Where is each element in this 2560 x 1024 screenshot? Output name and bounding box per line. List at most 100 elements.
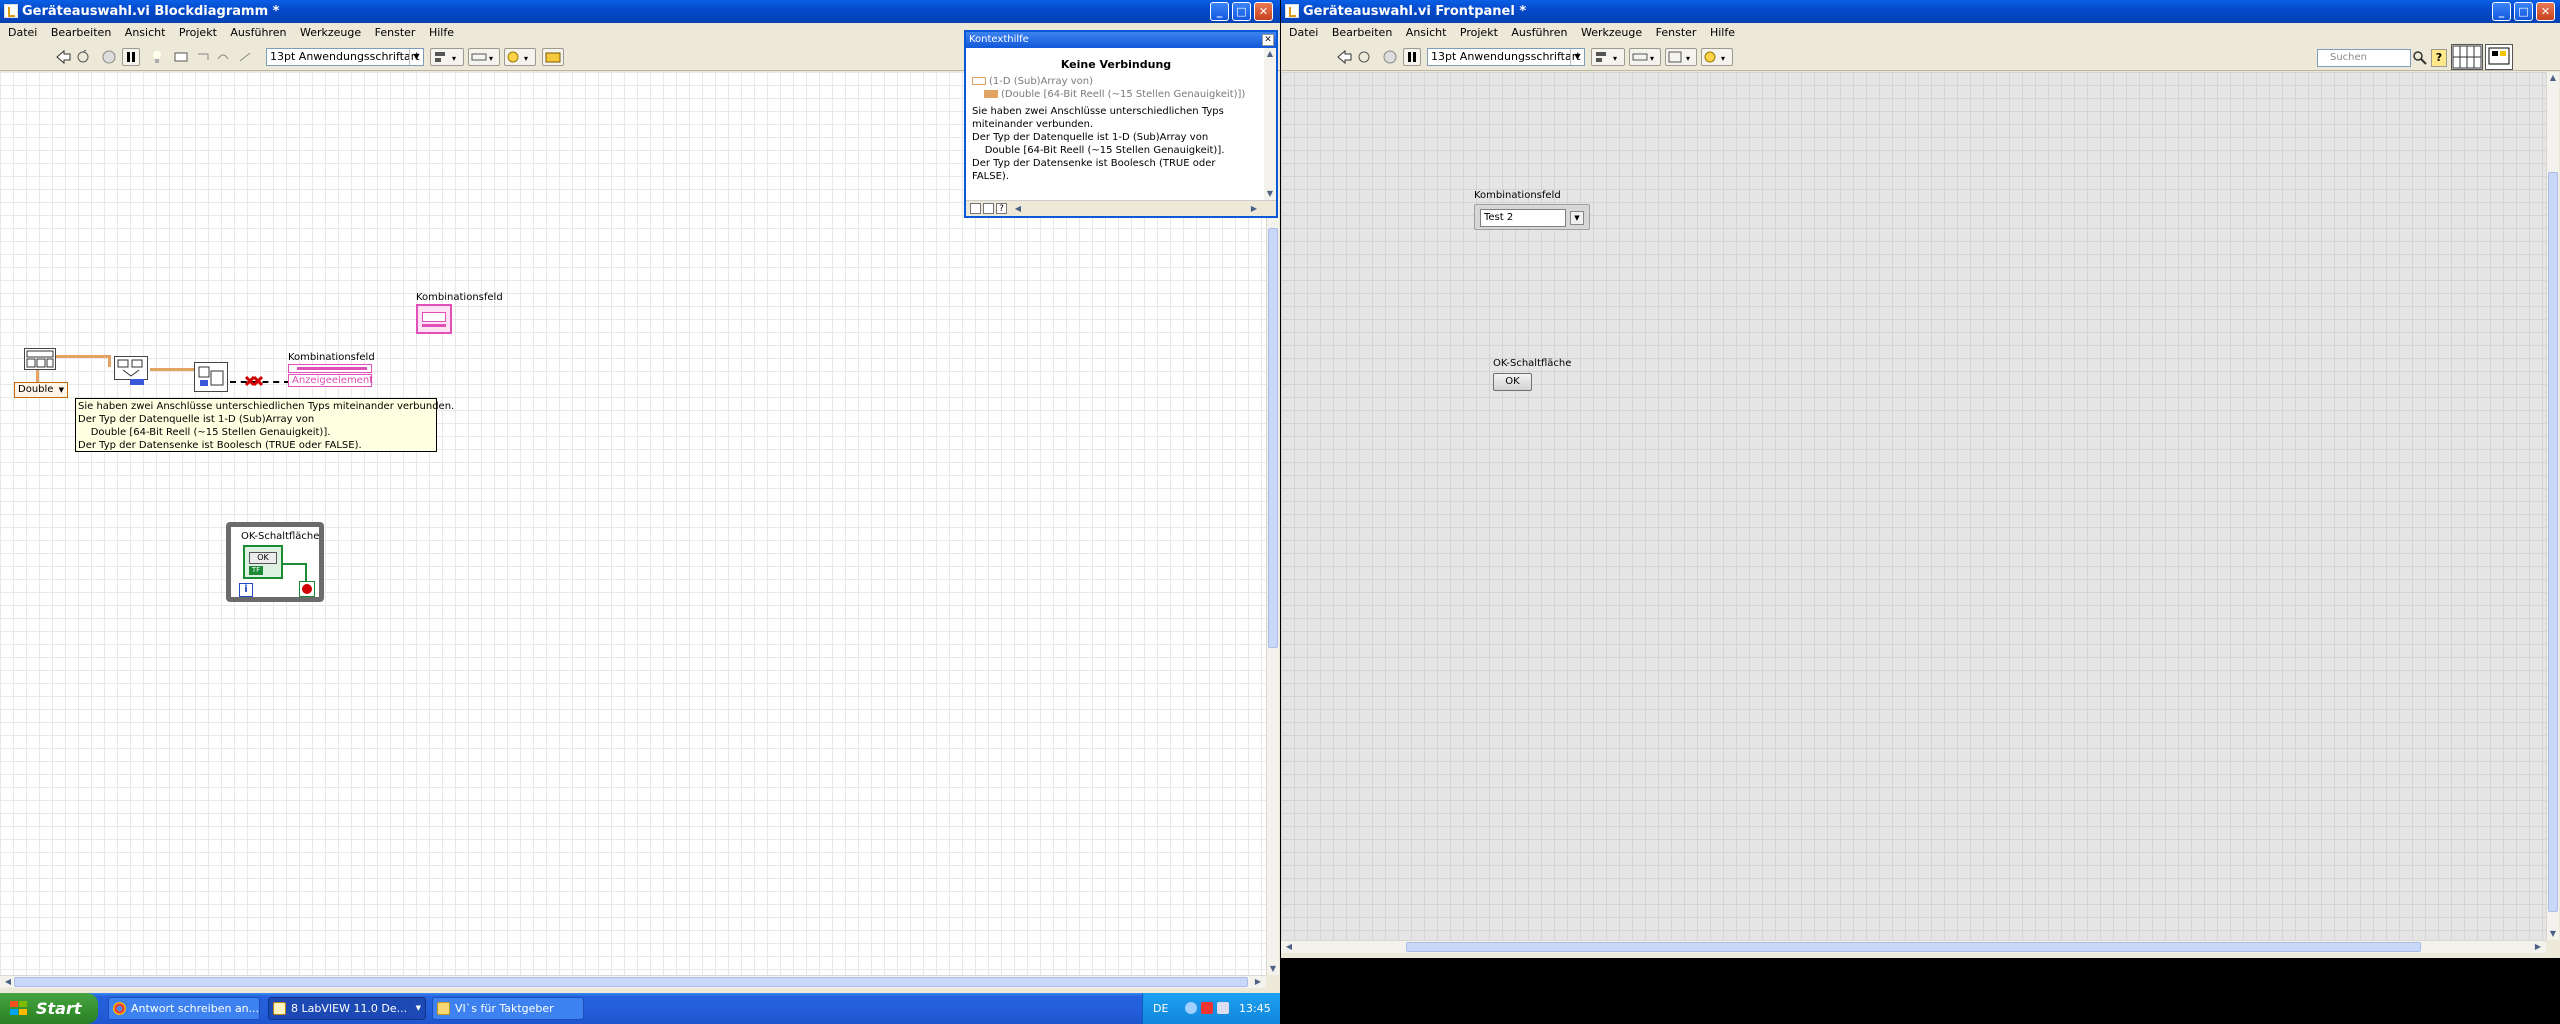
menu-projekt[interactable]: Projekt [1455, 23, 1503, 43]
reorder-icon[interactable]: ▾ [1701, 48, 1733, 66]
double-wire-1[interactable] [56, 355, 110, 358]
bd-font-select[interactable]: 13pt Anwendungsschriftart ▼ [266, 48, 424, 66]
help-button[interactable]: ? [2431, 49, 2447, 67]
menu-datei[interactable]: Datei [0, 23, 42, 43]
array-function-node[interactable] [114, 356, 148, 380]
maximize-button[interactable]: □ [2514, 2, 2533, 21]
ok-button[interactable]: OK [1493, 373, 1532, 391]
numeric-type-selector[interactable]: Double ▼ [14, 382, 68, 398]
scroll-down-icon[interactable]: ▼ [1267, 963, 1279, 975]
combo-box-terminal[interactable] [416, 304, 452, 334]
minimize-button[interactable]: _ [2492, 2, 2511, 21]
menu-hilfe[interactable]: Hilfe [1705, 23, 1740, 43]
step-over-icon[interactable] [214, 48, 232, 66]
reorder-icon[interactable]: ▾ [504, 48, 536, 66]
search-icon[interactable] [2413, 51, 2427, 65]
security-shield-icon[interactable] [1201, 1002, 1213, 1014]
ctx-vscroll[interactable]: ▲ ▼ [1264, 48, 1276, 200]
network-icon[interactable] [1185, 1002, 1197, 1014]
menu-werkzeuge[interactable]: Werkzeuge [1576, 23, 1647, 43]
menu-ansicht[interactable]: Ansicht [120, 23, 171, 43]
bd-vscroll-thumb[interactable] [1268, 228, 1278, 648]
array-constant-node[interactable] [24, 348, 56, 370]
fp-vertical-scrollbar[interactable]: ▲ ▼ [2546, 72, 2559, 940]
resize-objects-icon[interactable]: ▾ [1665, 48, 1697, 66]
block-diagram-titlebar[interactable]: Geräteauswahl.vi Blockdiagramm * _ □ ✕ [0, 0, 1280, 23]
menu-bearbeiten[interactable]: Bearbeiten [1327, 23, 1397, 43]
abort-icon[interactable] [100, 48, 118, 66]
step-into-icon[interactable] [194, 48, 212, 66]
bd-hscroll-thumb[interactable] [14, 977, 1248, 987]
context-help-close-button[interactable]: ✕ [1262, 34, 1274, 46]
fp-font-select[interactable]: 13pt Anwendungsschriftart ▼ [1427, 48, 1585, 66]
scroll-down-icon[interactable]: ▼ [2547, 928, 2559, 940]
start-button[interactable]: Start [0, 993, 98, 1024]
combo-box-value[interactable]: Test 2 [1480, 209, 1566, 227]
context-help-title[interactable]: Kontexthilfe [966, 32, 1276, 48]
menu-werkzeuge[interactable]: Werkzeuge [295, 23, 366, 43]
ctx-lock-icon[interactable] [970, 203, 981, 214]
language-indicator[interactable]: DE [1153, 1002, 1168, 1015]
scroll-left-icon[interactable]: ◀ [2, 976, 14, 988]
scroll-left-icon[interactable]: ◀ [1012, 203, 1024, 215]
vi-icon[interactable] [2485, 44, 2513, 70]
run-arrow-icon[interactable] [1335, 48, 1353, 66]
connector-pane-icon[interactable] [2451, 44, 2483, 70]
task-chrome[interactable]: Antwort schreiben an... [108, 997, 260, 1020]
search-input[interactable]: Suchen [2317, 49, 2411, 67]
ctx-detail-icon[interactable] [983, 203, 994, 214]
run-arrow-icon[interactable] [54, 48, 72, 66]
ok-button-terminal[interactable]: OK TF [243, 545, 283, 579]
pause-icon[interactable] [1403, 48, 1421, 66]
task-labview[interactable]: 8 LabVIEW 11.0 De... ▼ [268, 997, 426, 1020]
combo-box-control[interactable]: Test 2 ▼ [1474, 204, 1590, 230]
menu-datei[interactable]: Datei [1281, 23, 1323, 43]
abort-icon[interactable] [1381, 48, 1399, 66]
front-panel-titlebar[interactable]: Geräteauswahl.vi Frontpanel * _ □ ✕ [1281, 0, 2560, 23]
menu-ausfuehren[interactable]: Ausführen [225, 23, 291, 43]
scroll-left-icon[interactable]: ◀ [1283, 941, 1295, 953]
distribute-objects-icon[interactable]: ▾ [468, 48, 500, 66]
scroll-down-icon[interactable]: ▼ [1264, 188, 1276, 200]
indicator-element-box[interactable]: Anzeigeelement [288, 374, 373, 387]
clean-up-diagram-icon[interactable] [542, 48, 564, 66]
distribute-objects-icon[interactable]: ▾ [1629, 48, 1661, 66]
scroll-up-icon[interactable]: ▲ [1264, 48, 1276, 60]
boolean-wire[interactable] [283, 563, 307, 565]
pause-icon[interactable] [122, 48, 140, 66]
run-continuously-icon[interactable] [74, 48, 92, 66]
index-array-node[interactable] [194, 362, 228, 392]
menu-fenster[interactable]: Fenster [370, 23, 421, 43]
maximize-button[interactable]: □ [1232, 2, 1251, 21]
indicator-string-terminal[interactable] [288, 364, 372, 373]
volume-icon[interactable] [1217, 1002, 1229, 1014]
menu-ausfuehren[interactable]: Ausführen [1506, 23, 1572, 43]
menu-bearbeiten[interactable]: Bearbeiten [46, 23, 116, 43]
stop-condition-icon[interactable] [299, 581, 315, 597]
scroll-right-icon[interactable]: ▶ [1248, 203, 1260, 215]
minimize-button[interactable]: _ [1210, 2, 1229, 21]
while-loop-structure[interactable]: OK-Schaltfläche OK TF i [226, 522, 324, 602]
retain-wire-values-icon[interactable] [172, 48, 190, 66]
chevron-down-icon[interactable]: ▼ [1570, 211, 1584, 225]
close-button[interactable]: ✕ [1254, 2, 1273, 21]
fp-hscroll-thumb[interactable] [1406, 942, 2421, 952]
double-wire-2[interactable] [150, 368, 196, 371]
close-button[interactable]: ✕ [2536, 2, 2555, 21]
ctx-help-button[interactable]: ? [996, 203, 1007, 214]
menu-hilfe[interactable]: Hilfe [424, 23, 459, 43]
scroll-right-icon[interactable]: ▶ [2532, 941, 2544, 953]
double-wire-vertical[interactable] [36, 370, 39, 382]
scroll-right-icon[interactable]: ▶ [1252, 976, 1264, 988]
step-out-icon[interactable] [236, 48, 254, 66]
align-objects-icon[interactable]: ▾ [1591, 48, 1625, 66]
align-objects-icon[interactable]: ▾ [430, 48, 464, 66]
double-wire-1b[interactable] [108, 355, 111, 367]
scroll-up-icon[interactable]: ▲ [2547, 72, 2559, 84]
menu-ansicht[interactable]: Ansicht [1401, 23, 1452, 43]
fp-horizontal-scrollbar[interactable]: ◀ ▶ [1281, 940, 2546, 953]
boolean-wire-v[interactable] [305, 563, 307, 581]
menu-fenster[interactable]: Fenster [1651, 23, 1702, 43]
menu-projekt[interactable]: Projekt [174, 23, 222, 43]
front-panel-canvas[interactable]: Kombinationsfeld Test 2 ▼ OK-Schaltfläch… [1281, 72, 2546, 940]
